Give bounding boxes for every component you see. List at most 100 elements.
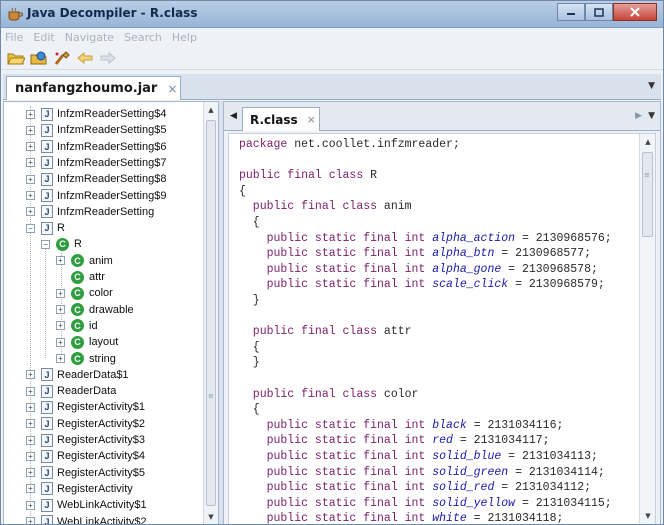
tree-item[interactable]: + Canim [56, 253, 113, 269]
tree-item[interactable]: + J InfzmReaderSetting$8 [26, 171, 166, 187]
expand-node-icon[interactable]: + [26, 402, 35, 412]
scroll-up-arrow-icon[interactable]: ▲ [205, 103, 217, 117]
source-code-view[interactable]: package net.coollet.infzmreader; public f… [228, 133, 656, 524]
tree-scrollbar[interactable]: ▲ ≡ ▼ [203, 102, 218, 524]
tree-item[interactable]: + Ccolor [56, 285, 113, 301]
expand-node-icon[interactable]: + [56, 305, 65, 315]
open-type-button[interactable] [28, 48, 50, 68]
expand-node-icon[interactable]: + [26, 109, 35, 119]
code-tab-dropdown-icon[interactable]: ▼ [648, 111, 655, 121]
jar-tab-close-button[interactable]: × [167, 82, 177, 96]
code-keyword: package [239, 138, 288, 151]
code-scroll-down-arrow-icon[interactable]: ▼ [642, 509, 654, 523]
forward-button[interactable] [97, 48, 119, 68]
expand-node-icon[interactable]: + [26, 125, 35, 135]
expand-node-icon[interactable]: + [56, 337, 65, 347]
tree-item-label: InfzmReaderSetting$9 [57, 189, 167, 202]
expand-node-icon[interactable]: + [26, 517, 35, 524]
tree-item[interactable]: + J RegisterActivity$1 [26, 399, 145, 415]
expand-node-icon[interactable]: + [26, 142, 35, 152]
tab-list-dropdown-icon[interactable]: ▼ [648, 81, 655, 91]
tree-item[interactable]: + J WebLinkActivity$1 [26, 497, 147, 513]
expand-node-icon[interactable]: + [56, 256, 65, 266]
tree-item[interactable]: + Cdrawable [56, 302, 134, 318]
code-panel: ◀ R.class × ▶ ▼ package net.coollet.infz… [223, 101, 661, 524]
expand-node-icon[interactable]: + [26, 174, 35, 184]
open-folder-icon [7, 53, 25, 64]
menu-file[interactable]: File [5, 31, 23, 44]
code-scroll-thumb[interactable] [642, 152, 653, 237]
package-tree[interactable]: + J InfzmReaderSetting$4 + J InfzmReaderSetti… [3, 101, 219, 524]
code-field-name: red [432, 434, 453, 448]
code-scrollbar[interactable]: ▲ ≡ ▼ [639, 134, 655, 524]
expand-node-icon[interactable]: + [26, 500, 35, 510]
menu-edit[interactable]: Edit [33, 31, 54, 44]
code-keyword: public final class [239, 325, 378, 339]
tree-item[interactable]: Cattr [56, 269, 105, 285]
tab-scroll-left-icon[interactable]: ◀ [230, 111, 237, 121]
tree-item[interactable]: + J RegisterActivity$5 [26, 465, 145, 481]
code-keyword: public final class [239, 387, 378, 401]
code-line: public static final int red = 2131034117… [239, 433, 550, 448]
tree-item[interactable]: + J InfzmReaderSetting$9 [26, 188, 166, 204]
collapse-node-icon[interactable]: − [41, 239, 50, 249]
tab-scroll-right-icon[interactable]: ▶ [635, 111, 642, 121]
menu-navigate[interactable]: Navigate [65, 31, 114, 44]
code-tab-close-button[interactable]: × [307, 113, 316, 126]
open-file-button[interactable] [5, 48, 27, 68]
expand-node-icon[interactable]: + [26, 451, 35, 461]
tree-item[interactable]: + J WebLinkActivity$2 [26, 514, 147, 524]
expand-node-icon[interactable]: + [26, 435, 35, 445]
expand-node-icon[interactable]: + [26, 370, 35, 380]
tree-item[interactable]: + J RegisterActivity [26, 481, 133, 497]
expand-node-icon[interactable]: + [26, 158, 35, 168]
tree-guide-line [45, 244, 46, 359]
jar-tab[interactable]: nanfangzhoumo.jar × [6, 76, 181, 100]
tree-item[interactable]: + J ReaderData [26, 383, 116, 399]
tree-item[interactable]: + J RegisterActivity$3 [26, 432, 145, 448]
tree-item[interactable]: + Cstring [56, 351, 116, 367]
expand-node-icon[interactable]: + [26, 386, 35, 396]
tree-item[interactable]: + Clayout [56, 334, 118, 350]
expand-node-icon[interactable]: + [26, 419, 35, 429]
tree-item[interactable]: − J R [26, 220, 65, 236]
tree-item[interactable]: + Cid [56, 318, 98, 334]
tree-item-label: RegisterActivity$2 [57, 417, 146, 430]
tree-item[interactable]: + J InfzmReaderSetting$4 [26, 106, 166, 122]
minimize-button[interactable] [557, 3, 585, 21]
expand-node-icon[interactable]: + [26, 468, 35, 478]
collapse-node-icon[interactable]: − [26, 223, 35, 233]
tree-item[interactable]: + J InfzmReaderSetting$7 [26, 155, 166, 171]
code-tab[interactable]: R.class × [242, 107, 320, 131]
java-file-icon: J [41, 384, 53, 398]
tree-scroll-thumb[interactable] [206, 120, 216, 506]
tree-item[interactable]: + J RegisterActivity$2 [26, 416, 145, 432]
jar-tab-bar: nanfangzhoumo.jar × ▼ [3, 74, 661, 100]
code-field-name: alpha_btn [432, 247, 495, 261]
back-button[interactable] [74, 48, 96, 68]
close-window-button[interactable] [613, 3, 657, 21]
code-scroll-up-arrow-icon[interactable]: ▲ [642, 135, 654, 149]
expand-node-icon[interactable]: + [26, 191, 35, 200]
tree-item[interactable]: + J InfzmReaderSetting$6 [26, 139, 166, 155]
expand-node-icon[interactable]: + [56, 288, 65, 298]
tree-item[interactable]: + J InfzmReaderSetting$5 [26, 122, 166, 138]
menu-help[interactable]: Help [172, 31, 197, 44]
code-field-name: solid_red [432, 481, 495, 495]
tree-item-label: InfzmReaderSetting$4 [57, 108, 167, 120]
menu-search[interactable]: Search [124, 31, 162, 44]
tree-item[interactable]: + J RegisterActivity$4 [26, 448, 145, 464]
tree-item[interactable]: + J InfzmReaderSetting [26, 204, 154, 220]
search-button[interactable] [51, 48, 73, 68]
maximize-button[interactable] [585, 3, 613, 21]
tree-item-label: RegisterActivity [57, 482, 133, 495]
window-title: Java Decompiler - R.class [27, 6, 198, 20]
expand-node-icon[interactable]: + [26, 484, 35, 494]
expand-node-icon[interactable]: + [56, 321, 65, 331]
expand-node-icon[interactable]: + [26, 207, 35, 217]
title-bar[interactable]: Java Decompiler - R.class [1, 1, 663, 28]
expand-node-icon[interactable]: + [56, 354, 65, 363]
scroll-down-arrow-icon[interactable]: ▼ [205, 510, 217, 524]
tree-item[interactable]: − C R [41, 236, 82, 252]
tree-item[interactable]: + J ReaderData$1 [26, 367, 129, 383]
